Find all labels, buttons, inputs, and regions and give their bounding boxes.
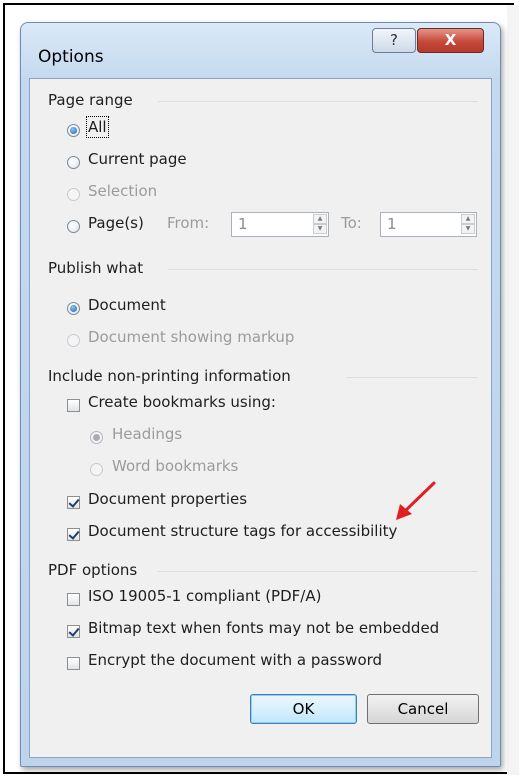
close-button[interactable]: X (417, 28, 484, 53)
radio-current-page[interactable] (67, 156, 80, 169)
from-spinner[interactable]: 1 ▲ ▼ (231, 212, 329, 237)
from-up-arrow-icon[interactable]: ▲ (313, 214, 327, 224)
dialog-title: Options (38, 47, 104, 67)
cancel-button[interactable]: Cancel (367, 694, 479, 724)
page-range-heading: Page range (48, 91, 133, 109)
to-up-arrow-icon[interactable]: ▲ (461, 214, 475, 224)
dialog-body: Page range All Current page Selection Pa… (29, 78, 492, 758)
ok-button[interactable]: OK (250, 694, 357, 724)
non-printing-divider (346, 377, 478, 378)
background-window-edge (507, 5, 519, 775)
radio-word-bookmarks-label: Word bookmarks (112, 457, 239, 475)
pdf-options-heading: PDF options (48, 561, 138, 579)
from-value: 1 (238, 215, 248, 233)
radio-all-label: All (86, 116, 109, 138)
iso-checkbox[interactable] (67, 593, 80, 606)
radio-pages-label: Page(s) (88, 214, 144, 232)
radio-selection-label: Selection (88, 182, 158, 200)
radio-word-bookmarks (90, 463, 103, 476)
radio-document-markup-label: Document showing markup (88, 328, 295, 346)
help-button[interactable]: ? (372, 28, 416, 53)
radio-document-label: Document (88, 296, 166, 314)
non-printing-heading: Include non-printing information (48, 367, 291, 385)
bitmap-text-checkbox[interactable] (67, 625, 80, 638)
encrypt-label: Encrypt the document with a password (88, 651, 383, 669)
radio-headings-label: Headings (112, 425, 183, 443)
from-label: From: (167, 214, 210, 232)
radio-pages[interactable] (67, 220, 80, 233)
structure-tags-label: Document structure tags for accessibilit… (88, 522, 398, 540)
pdf-options-divider (158, 571, 478, 572)
radio-current-page-label: Current page (88, 150, 187, 168)
from-down-arrow-icon[interactable]: ▼ (313, 224, 327, 234)
radio-document[interactable] (67, 302, 80, 315)
radio-headings (90, 431, 103, 444)
radio-selection (67, 188, 80, 201)
publish-what-heading: Publish what (48, 259, 144, 277)
create-bookmarks-label: Create bookmarks using: (88, 393, 276, 411)
bitmap-text-label: Bitmap text when fonts may not be embedd… (88, 619, 440, 637)
options-dialog: Options ? X Page range All Current page … (20, 22, 501, 767)
page-range-divider (158, 101, 478, 102)
to-down-arrow-icon[interactable]: ▼ (461, 224, 475, 234)
to-label: To: (341, 214, 362, 232)
create-bookmarks-checkbox[interactable] (67, 399, 80, 412)
structure-tags-checkbox[interactable] (67, 528, 80, 541)
to-spinner[interactable]: 1 ▲ ▼ (380, 212, 477, 237)
radio-all[interactable] (67, 124, 80, 137)
to-value: 1 (387, 215, 397, 233)
document-properties-label: Document properties (88, 490, 248, 508)
iso-label: ISO 19005-1 compliant (PDF/A) (88, 587, 322, 605)
encrypt-checkbox[interactable] (67, 657, 80, 670)
publish-what-divider (168, 269, 478, 270)
document-properties-checkbox[interactable] (67, 496, 80, 509)
red-arrow-icon (396, 481, 436, 520)
radio-document-markup (67, 334, 80, 347)
